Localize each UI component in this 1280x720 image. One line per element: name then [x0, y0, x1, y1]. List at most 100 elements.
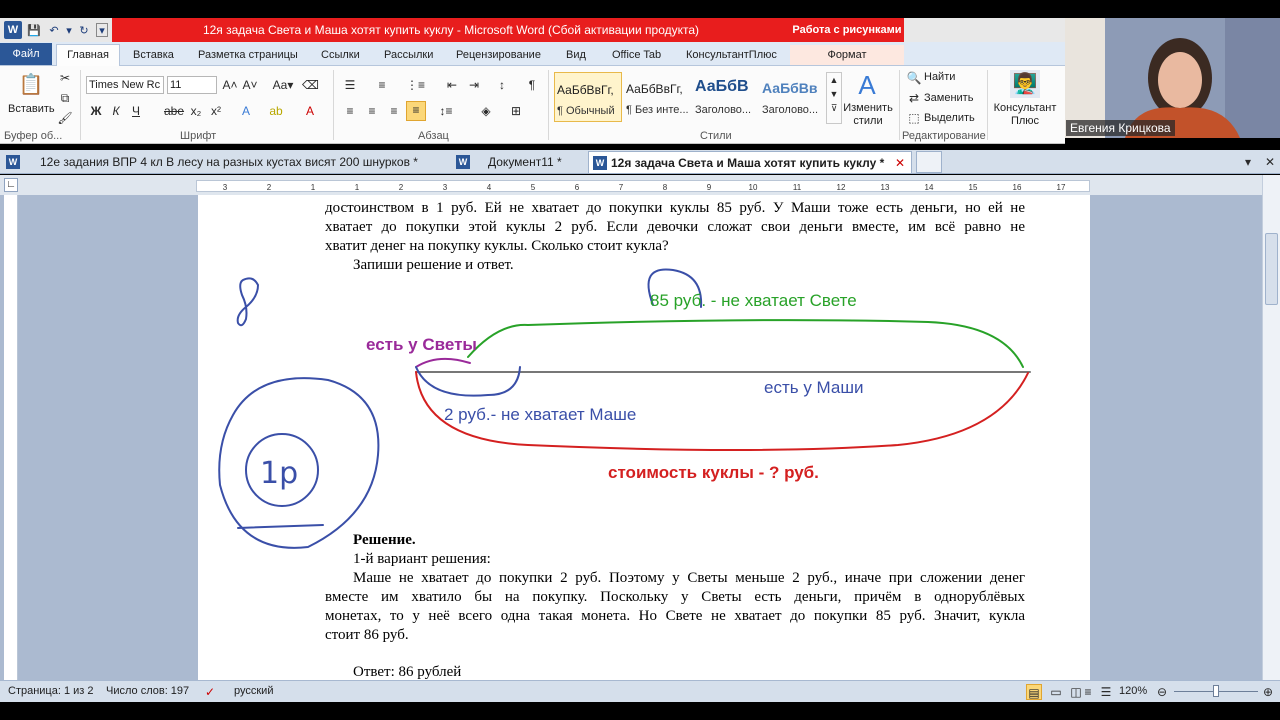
paste-icon[interactable]: 📋 — [18, 72, 44, 98]
multilevel-list-icon[interactable]: ⋮≡ — [406, 77, 425, 93]
superscript-icon[interactable]: x² — [208, 103, 224, 119]
bar-model-drawing[interactable]: 85 руб. - не хватает Свете есть у Светы … — [198, 255, 1090, 555]
clear-formatting-icon[interactable]: ⌫ — [302, 77, 319, 93]
new-tab-button[interactable] — [916, 151, 942, 173]
tab-view[interactable]: Вид — [566, 45, 586, 65]
ruler-scale[interactable]: 3 2 1 1 2 3 4 5 6 7 8 9 10 11 12 13 14 15 16 17 — [196, 180, 1090, 192]
justify-icon[interactable]: ≡ — [406, 101, 426, 121]
tab-selector-icon[interactable]: ∟ — [4, 178, 18, 192]
paste-button[interactable]: Вставить — [8, 103, 55, 115]
style-no-spacing[interactable]: АаБбВвГг, ¶ Без инте... — [624, 72, 692, 122]
tab-review[interactable]: Рецензирование — [456, 45, 541, 65]
ruler-number: 8 — [663, 183, 668, 192]
word-logo-icon[interactable]: W — [4, 21, 22, 39]
draft-view-icon[interactable]: ☰ — [1098, 684, 1114, 700]
replace-button[interactable]: Заменить — [924, 92, 973, 104]
consultant-plus-button[interactable]: Консультант Плюс — [992, 102, 1058, 128]
doc-tab-2[interactable]: W Документ11 * — [452, 151, 584, 173]
tab-page-layout[interactable]: Разметка страницы — [198, 45, 298, 65]
undo-icon[interactable]: ↶ — [46, 21, 62, 39]
style-preview: АаБбВвГг, — [557, 83, 614, 97]
select-button[interactable]: Выделить — [924, 112, 975, 124]
highlight-icon[interactable]: ab — [268, 103, 284, 119]
find-button[interactable]: Найти — [924, 71, 955, 83]
ruler-number: 16 — [1013, 183, 1022, 192]
bold-icon[interactable]: Ж — [88, 103, 104, 119]
language-indicator[interactable]: русский — [234, 685, 273, 697]
copy-icon[interactable]: ⧉ — [57, 90, 73, 106]
tab-file[interactable]: Файл — [0, 43, 52, 65]
cut-icon[interactable]: ✂ — [57, 70, 73, 86]
ruler-ticks: 3 2 1 1 2 3 4 5 6 7 8 9 10 11 12 13 14 15 16 17 — [223, 183, 1066, 192]
borders-icon[interactable]: ⊞ — [508, 103, 524, 119]
sort-icon[interactable]: ↕ — [494, 77, 510, 93]
page-count[interactable]: Страница: 1 из 2 — [8, 685, 94, 697]
tab-mailings[interactable]: Рассылки — [384, 45, 433, 65]
align-right-icon[interactable]: ≡ — [386, 103, 402, 119]
align-left-icon[interactable]: ≡ — [342, 103, 358, 119]
bullets-icon[interactable]: ☰ — [342, 77, 358, 93]
ruler-number: 15 — [969, 183, 978, 192]
doc-tab-active[interactable]: W 12я задача Света и Маша хотят купить к… — [588, 151, 912, 173]
tab-format[interactable]: Формат — [790, 45, 904, 65]
font-color-icon[interactable]: A — [302, 103, 318, 119]
print-layout-view-icon[interactable]: ▤ — [1026, 684, 1042, 700]
tabs-menu-icon[interactable]: ▾ — [1240, 154, 1256, 170]
font-size-combo[interactable]: 11 — [167, 76, 217, 94]
zoom-out-icon[interactable]: ⊖ — [1154, 684, 1170, 700]
vertical-scrollbar[interactable] — [1262, 175, 1280, 680]
styles-scroll-icon[interactable]: ▲ ▼ ⊽ — [826, 72, 842, 124]
tab-consultant-plus[interactable]: КонсультантПлюс — [686, 45, 777, 65]
change-case-icon[interactable]: Aa▾ — [272, 77, 294, 93]
ruler-number: 1 — [311, 183, 316, 192]
style-heading-2[interactable]: АаБбВв Заголово... — [760, 72, 828, 122]
tab-references[interactable]: Ссылки — [321, 45, 360, 65]
line-spacing-icon[interactable]: ↕≡ — [438, 103, 454, 119]
doc-tab-1[interactable]: W 12е задания ВПР 4 кл В лесу на разных … — [2, 151, 448, 173]
strikethrough-icon[interactable]: abe — [164, 103, 184, 119]
zoom-slider-thumb[interactable] — [1213, 685, 1219, 697]
shrink-font-icon[interactable]: A˅ — [242, 77, 258, 93]
replace-icon[interactable]: ⇄ — [906, 90, 922, 106]
consultant-plus-icon[interactable]: 👨‍🏫 — [1010, 70, 1040, 98]
style-normal[interactable]: АаБбВвГг, ¶ Обычный — [554, 72, 622, 122]
tab-office-tab[interactable]: Office Tab — [612, 45, 661, 65]
find-icon[interactable]: 🔍 — [906, 70, 922, 86]
italic-icon[interactable]: К — [108, 103, 124, 119]
decrease-indent-icon[interactable]: ⇤ — [444, 77, 460, 93]
undo-dropdown-icon[interactable]: ▾ — [64, 21, 74, 39]
word-count[interactable]: Число слов: 197 — [106, 685, 189, 697]
select-icon[interactable]: ⬚ — [906, 110, 922, 126]
tab-insert[interactable]: Вставка — [133, 45, 174, 65]
save-icon[interactable]: 💾 — [26, 21, 42, 39]
proofing-icon[interactable]: ✓ — [202, 684, 218, 700]
close-tab-icon[interactable]: ✕ — [895, 152, 905, 173]
subscript-icon[interactable]: x₂ — [188, 103, 204, 119]
close-all-icon[interactable]: ✕ — [1262, 154, 1278, 170]
customize-qat-icon[interactable]: ▾ — [96, 23, 108, 37]
text-effects-icon[interactable]: A — [238, 103, 254, 119]
grow-font-icon[interactable]: A˄ — [222, 77, 238, 93]
change-styles-button[interactable]: Изменить стили — [842, 102, 894, 128]
word-doc-icon: W — [6, 155, 20, 169]
font-name-combo[interactable]: Times New Rc — [86, 76, 164, 94]
ruler-number: 2 — [399, 183, 404, 192]
style-preview: АаБбВв — [762, 80, 818, 96]
numbering-icon[interactable]: ≡ — [374, 77, 390, 93]
redo-icon[interactable]: ↻ — [76, 21, 92, 39]
zoom-level[interactable]: 120% — [1119, 685, 1147, 697]
increase-indent-icon[interactable]: ⇥ — [466, 77, 482, 93]
scroll-thumb[interactable] — [1265, 233, 1278, 305]
underline-icon[interactable]: Ч — [128, 103, 144, 119]
show-formatting-icon[interactable]: ¶ — [524, 77, 540, 93]
style-heading-1[interactable]: АаБбВ Заголово... — [693, 72, 761, 122]
zoom-in-icon[interactable]: ⊕ — [1260, 684, 1276, 700]
change-styles-icon[interactable]: A — [852, 70, 882, 100]
align-center-icon[interactable]: ≡ — [364, 103, 380, 119]
document-page[interactable]: достоинством в 1 руб. Ей не хватает до п… — [198, 195, 1090, 680]
shading-icon[interactable]: ◈ — [478, 103, 494, 119]
outline-view-icon[interactable]: ≡ — [1080, 684, 1096, 700]
full-screen-view-icon[interactable]: ▭ — [1048, 684, 1064, 700]
tab-home[interactable]: Главная — [56, 44, 120, 66]
format-painter-icon[interactable]: 🖌 — [57, 110, 73, 126]
